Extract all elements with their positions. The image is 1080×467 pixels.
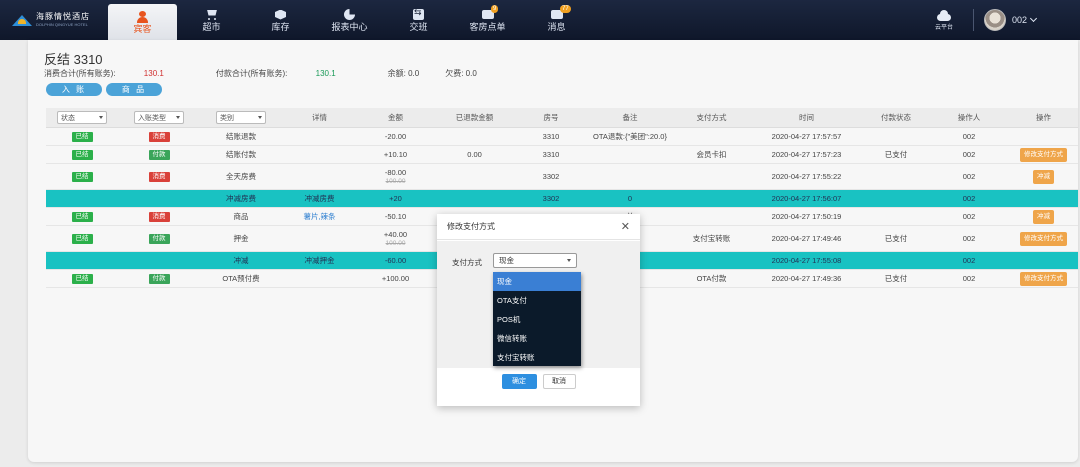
- modal-overlay: 修改支付方式 ✕ 支付方式 现金 现金 OTA支付 POS机 微信转账 支付宝转…: [0, 0, 1080, 467]
- dialog-header: 修改支付方式 ✕: [437, 214, 640, 240]
- cancel-button[interactable]: 取消: [542, 374, 576, 389]
- option-ota-pay[interactable]: OTA支付: [493, 291, 581, 310]
- dialog-body: 支付方式 现金 现金 OTA支付 POS机 微信转账 支付宝转账: [437, 241, 640, 368]
- dialog-title: 修改支付方式: [447, 222, 495, 231]
- option-alipay-transfer[interactable]: 支付宝转账: [493, 348, 581, 367]
- caret-down-icon: [567, 259, 571, 262]
- close-icon[interactable]: ✕: [621, 220, 630, 233]
- option-wechat-transfer[interactable]: 微信转账: [493, 329, 581, 348]
- payment-method-select[interactable]: 现金: [493, 253, 577, 268]
- selected-payment-method: 现金: [499, 256, 514, 265]
- change-payment-dialog: 修改支付方式 ✕ 支付方式 现金 现金 OTA支付 POS机 微信转账 支付宝转…: [437, 214, 640, 406]
- option-pos[interactable]: POS机: [493, 310, 581, 329]
- confirm-button[interactable]: 确定: [501, 374, 537, 389]
- payment-method-label: 支付方式: [452, 258, 482, 267]
- payment-method-dropdown: 现金 OTA支付 POS机 微信转账 支付宝转账: [493, 272, 581, 366]
- dialog-footer: 确定 取消: [437, 374, 640, 389]
- option-cash[interactable]: 现金: [493, 272, 581, 291]
